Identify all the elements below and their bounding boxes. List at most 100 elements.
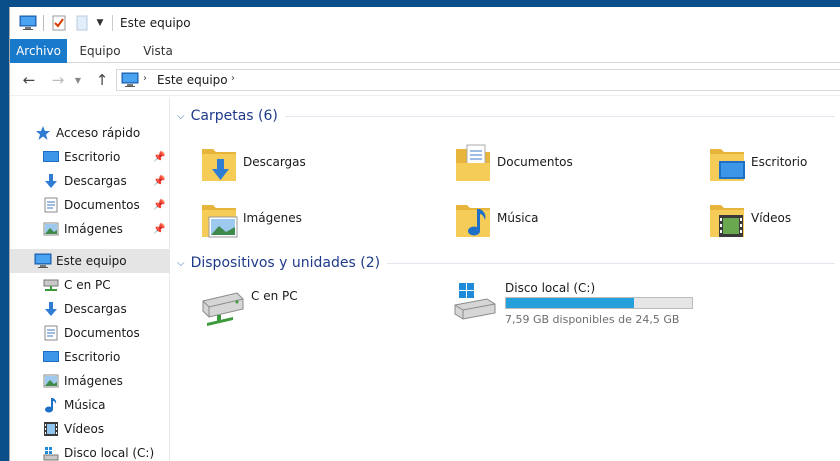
desktop-folder-icon [707, 141, 747, 185]
tile-label: Documentos [497, 155, 573, 169]
group-divider [387, 263, 835, 264]
group-header-dispositivos[interactable]: ⌵ Dispositivos y unidades (2) [177, 252, 835, 274]
sidebar-item-label: Imágenes [64, 374, 123, 388]
this-pc-icon [34, 252, 52, 270]
tile-label: Música [497, 211, 539, 225]
pin-icon[interactable]: 📌 [153, 224, 165, 235]
folder-tile-documentos[interactable]: Documentos [453, 141, 693, 191]
network-drive-icon [199, 287, 245, 331]
pin-icon[interactable]: 📌 [153, 200, 165, 211]
recent-locations-chevron-icon[interactable]: ▼ [72, 71, 84, 89]
pictures-icon [42, 372, 60, 390]
drive-usage-fill [506, 298, 635, 308]
sidebar-item-imagenes[interactable]: Imágenes [10, 369, 170, 393]
tile-label: Imágenes [243, 211, 302, 225]
download-arrow-icon [42, 172, 60, 190]
sidebar-item-c-en-pc[interactable]: C en PC [10, 273, 170, 297]
tab-archivo[interactable]: Archivo [10, 39, 67, 63]
sidebar-item-label: Música [64, 398, 106, 412]
navigation-pane: Acceso rápido Escritorio 📌 Descargas 📌 D… [10, 97, 170, 461]
drive-tile-c-en-pc[interactable]: C en PC [199, 287, 439, 337]
document-icon [42, 324, 60, 342]
document-icon [42, 196, 60, 214]
tab-vista[interactable]: Vista [133, 39, 183, 63]
folder-tile-musica[interactable]: Música [453, 197, 693, 247]
tile-label: Descargas [243, 155, 306, 169]
this-pc-icon[interactable] [18, 14, 38, 32]
chevron-down-icon[interactable]: ⌵ [177, 258, 185, 269]
title-bar: ▼ Este equipo [10, 7, 840, 39]
sidebar-item-este-equipo[interactable]: Este equipo [10, 249, 170, 273]
pin-icon[interactable]: 📌 [153, 152, 165, 163]
group-header-carpetas[interactable]: ⌵ Carpetas (6) [177, 105, 835, 127]
desktop-icon [42, 148, 60, 166]
sidebar-item-label: Descargas [64, 174, 127, 188]
sidebar-item-acceso-rapido[interactable]: Acceso rápido [10, 121, 170, 145]
forward-arrow-icon[interactable]: → [48, 71, 68, 89]
desktop-icon [42, 348, 60, 366]
folder-tile-imagenes[interactable]: Imágenes [199, 197, 439, 247]
chevron-down-icon[interactable]: ⌵ [177, 111, 185, 122]
drive-tile-disco-local-c[interactable]: Disco local (C:) 7,59 GB disponibles de … [453, 279, 693, 329]
new-folder-icon[interactable] [75, 14, 89, 32]
sidebar-item-label: Documentos [64, 326, 140, 340]
sidebar-item-escritorio[interactable]: Escritorio [10, 345, 170, 369]
group-divider [285, 116, 835, 117]
separator [43, 15, 44, 31]
local-disk-icon [42, 444, 60, 461]
sidebar-item-descargas[interactable]: Descargas 📌 [10, 169, 170, 193]
folder-tile-descargas[interactable]: Descargas [199, 141, 439, 191]
tab-equipo[interactable]: Equipo [69, 39, 131, 63]
download-arrow-icon [42, 300, 60, 318]
customize-dropdown-icon[interactable]: ▼ [94, 14, 106, 32]
network-drive-icon [42, 276, 60, 294]
sidebar-item-label: Descargas [64, 302, 127, 316]
sidebar-item-documentos[interactable]: Documentos [10, 321, 170, 345]
drive-usage-bar [505, 297, 693, 309]
pin-icon[interactable]: 📌 [153, 176, 165, 187]
film-icon [42, 420, 60, 438]
address-bar[interactable]: › Este equipo › [116, 69, 840, 91]
group-title: Dispositivos y unidades (2) [190, 255, 381, 271]
group-title: Carpetas (6) [190, 108, 278, 124]
properties-icon[interactable] [51, 14, 67, 32]
content-pane: ⌵ Carpetas (6) Descargas Documentos Escr… [171, 97, 840, 461]
navigation-bar: ← → ▼ ↑ › Este equipo › [10, 64, 840, 96]
documents-folder-icon [453, 141, 493, 185]
explorer-window: ▼ Este equipo Archivo Equipo Vista ← → ▼… [9, 7, 840, 461]
sidebar-item-label: Este equipo [56, 254, 127, 268]
sidebar-item-label: Escritorio [64, 150, 121, 164]
window-title: Este equipo [120, 16, 191, 30]
drive-free-space: 7,59 GB disponibles de 24,5 GB [505, 313, 680, 326]
sidebar-item-imagenes[interactable]: Imágenes 📌 [10, 217, 170, 241]
pictures-folder-icon [199, 197, 239, 241]
music-folder-icon [453, 197, 493, 241]
sidebar-item-documentos[interactable]: Documentos 📌 [10, 193, 170, 217]
folder-tile-videos[interactable]: Vídeos [707, 197, 840, 247]
sidebar-item-escritorio[interactable]: Escritorio 📌 [10, 145, 170, 169]
sidebar-item-videos[interactable]: Vídeos [10, 417, 170, 441]
windows-drive-icon [453, 279, 499, 323]
sidebar-item-label: Disco local (C:) [64, 446, 155, 460]
folder-tile-escritorio[interactable]: Escritorio [707, 141, 840, 191]
pictures-icon [42, 220, 60, 238]
back-arrow-icon[interactable]: ← [19, 71, 39, 89]
sidebar-item-descargas[interactable]: Descargas [10, 297, 170, 321]
separator [112, 15, 113, 31]
this-pc-icon [121, 72, 139, 88]
music-note-icon [42, 396, 60, 414]
tile-label: Vídeos [751, 211, 792, 225]
sidebar-item-label: Escritorio [64, 350, 121, 364]
breadcrumb-este-equipo[interactable]: Este equipo [157, 73, 228, 87]
up-arrow-icon[interactable]: ↑ [92, 71, 112, 89]
sidebar-item-disco-local-c[interactable]: Disco local (C:) [10, 441, 170, 461]
tile-label: Disco local (C:) [505, 281, 596, 295]
sidebar-item-label: Acceso rápido [56, 126, 141, 140]
sidebar-item-musica[interactable]: Música [10, 393, 170, 417]
sidebar-item-label: Documentos [64, 198, 140, 212]
tile-label: Escritorio [751, 155, 808, 169]
sidebar-item-label: Imágenes [64, 222, 123, 236]
sidebar-item-label: Vídeos [64, 422, 105, 436]
breadcrumb-chevron-icon[interactable]: › [143, 73, 147, 84]
breadcrumb-chevron-icon[interactable]: › [231, 73, 235, 84]
